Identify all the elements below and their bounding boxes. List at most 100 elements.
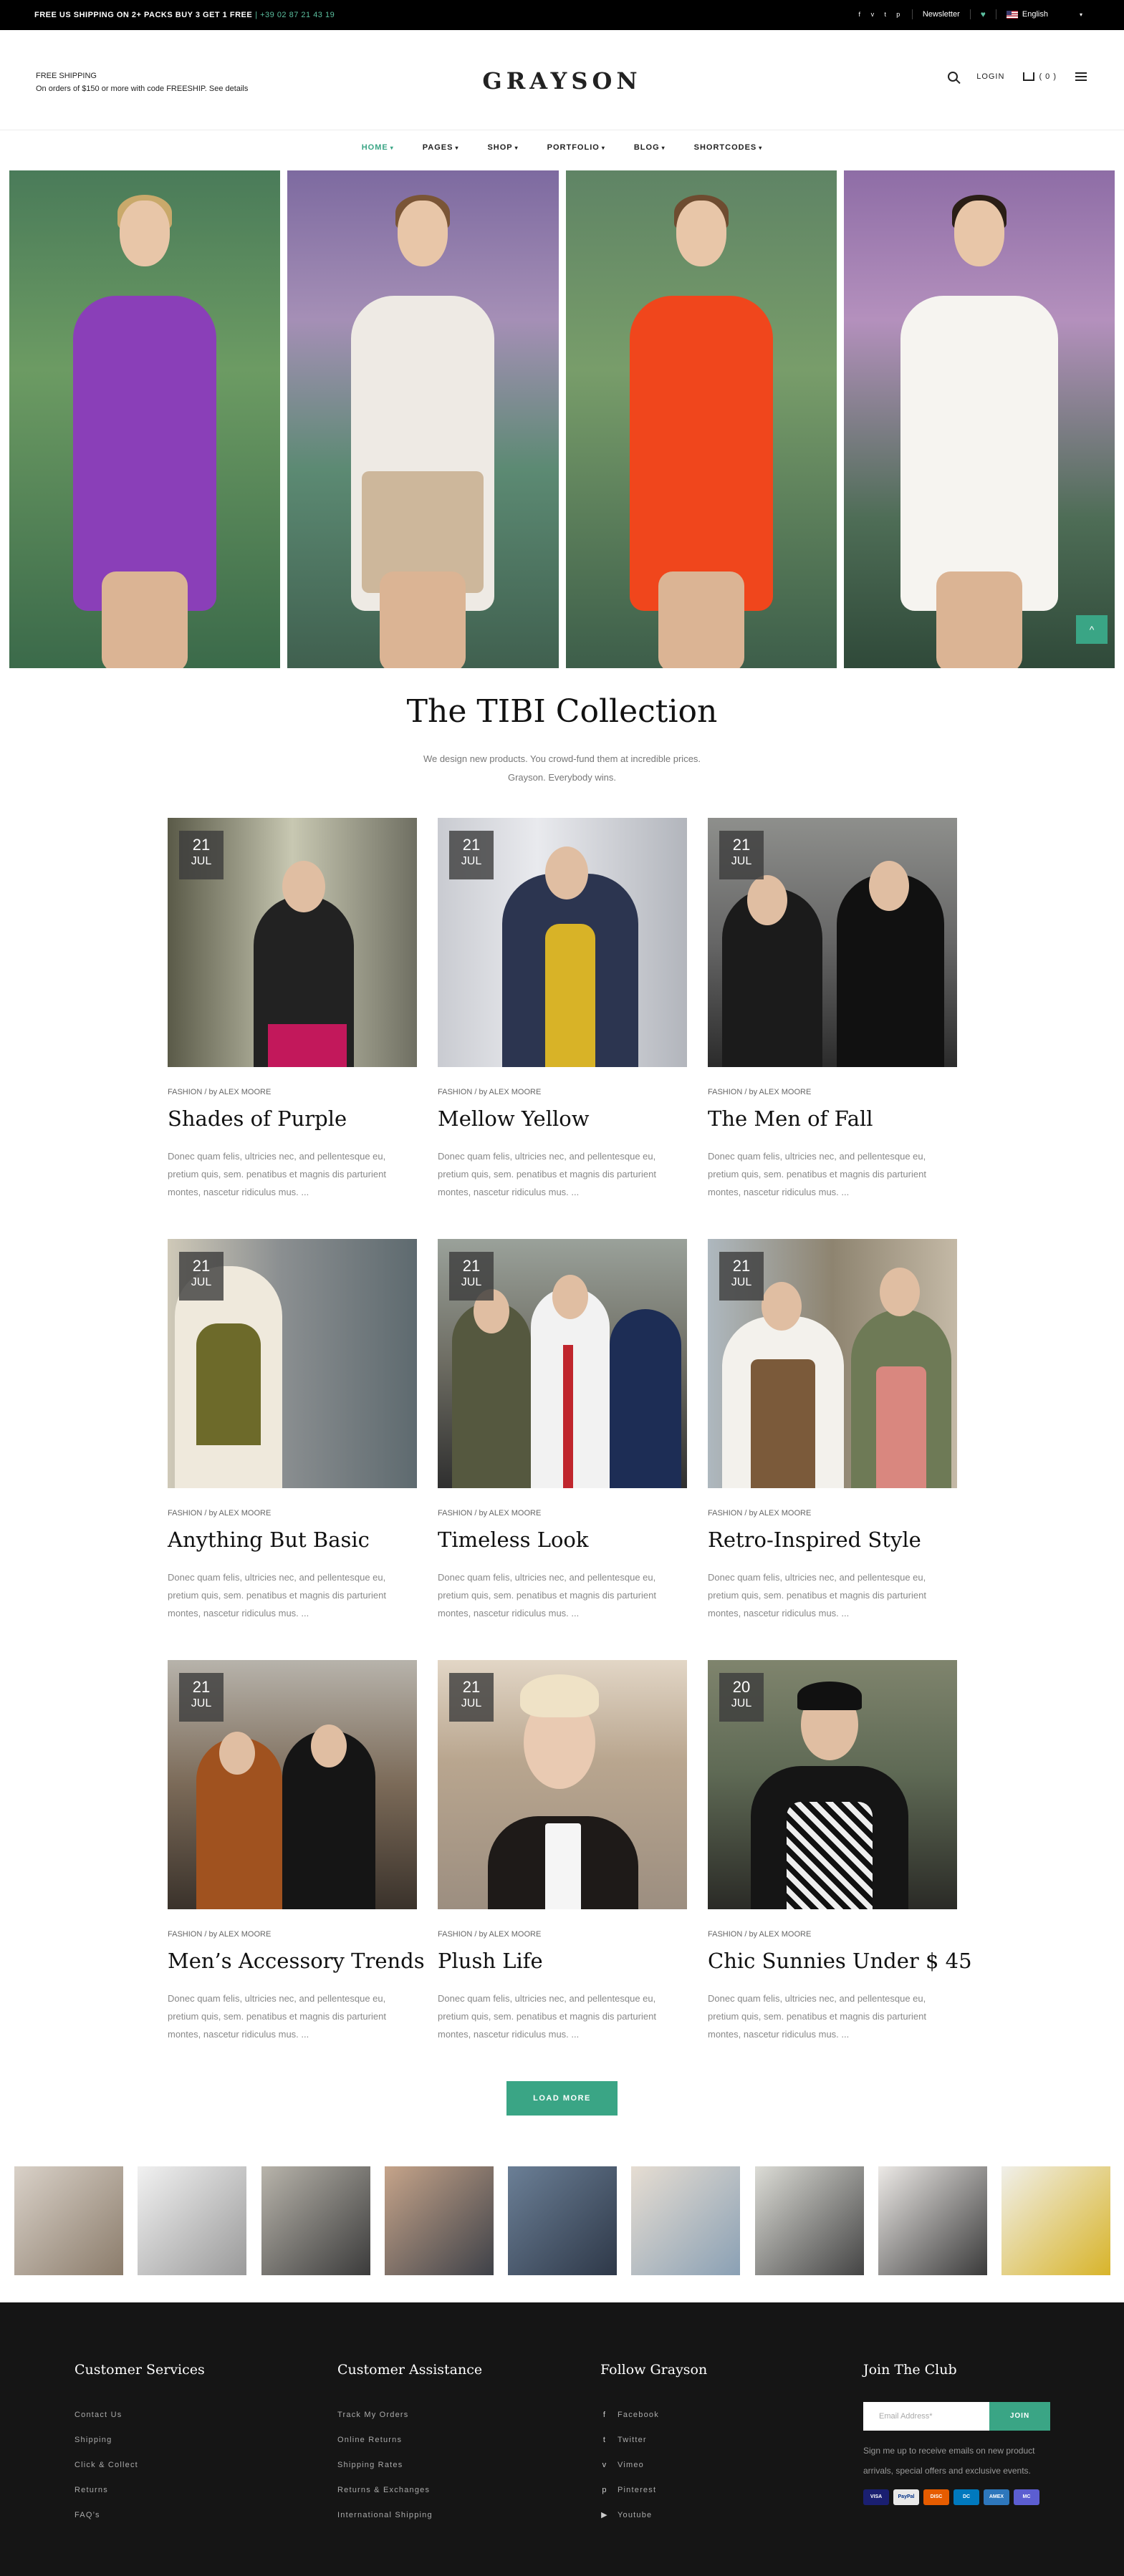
post-author[interactable]: / by ALEX MOORE: [474, 1509, 541, 1518]
post-image[interactable]: 21 JUL: [168, 1660, 417, 1909]
nav-item-home[interactable]: HOME ▾: [362, 143, 394, 152]
blog-card: 21 JUL FASHION / by ALEX MOORE Timeless L…: [438, 1239, 687, 1660]
post-excerpt: Donec quam felis, ultricies nec, and pel…: [168, 1151, 386, 1197]
instagram-thumbnail[interactable]: [14, 2166, 123, 2275]
footer-social-link[interactable]: f Facebook: [600, 2402, 707, 2427]
post-category-link[interactable]: FASHION: [708, 1509, 742, 1518]
footer-link[interactable]: Online Returns: [337, 2427, 482, 2452]
footer-link[interactable]: FAQ’s: [75, 2502, 205, 2527]
instagram-thumbnail[interactable]: [138, 2166, 247, 2275]
footer-heading: Join The Club: [863, 2362, 957, 2378]
footer-social-link[interactable]: t Twitter: [600, 2427, 707, 2452]
post-category-link[interactable]: FASHION: [168, 1930, 202, 1939]
post-author[interactable]: / by ALEX MOORE: [474, 1088, 541, 1096]
hero-image-white-dress[interactable]: ^: [843, 170, 1115, 668]
instagram-thumbnail[interactable]: [754, 2166, 864, 2275]
post-image[interactable]: 21 JUL: [708, 818, 957, 1067]
footer-social-link[interactable]: ▶ Youtube: [600, 2502, 707, 2527]
post-title[interactable]: Plush Life: [438, 1949, 543, 1973]
promo-text: FREE US SHIPPING ON 2+ PACKS BUY 3 GET 1…: [34, 11, 335, 19]
post-category-link[interactable]: FASHION: [438, 1509, 472, 1518]
cart-button[interactable]: ( 0 ): [1023, 72, 1057, 81]
newsletter-link[interactable]: Newsletter: [923, 10, 960, 19]
post-image[interactable]: 20 JUL: [708, 1660, 957, 1909]
nav-item-shortcodes[interactable]: SHORTCODES ▾: [694, 143, 763, 152]
vimeo-icon: v: [602, 2460, 607, 2469]
footer-link[interactable]: Returns & Exchanges: [337, 2477, 482, 2502]
instagram-thumbnail[interactable]: [261, 2166, 370, 2275]
email-input[interactable]: Email Address*: [863, 2402, 989, 2431]
post-title[interactable]: Mellow Yellow: [438, 1106, 590, 1131]
footer-link[interactable]: Click & Collect: [75, 2452, 205, 2477]
footer-link[interactable]: Track My Orders: [337, 2402, 482, 2427]
post-author[interactable]: / by ALEX MOORE: [744, 1509, 811, 1518]
post-title[interactable]: Shades of Purple: [168, 1106, 347, 1131]
post-title[interactable]: Chic Sunnies Under $ 45: [708, 1949, 972, 1973]
post-author[interactable]: / by ALEX MOORE: [204, 1088, 271, 1096]
post-image[interactable]: 21 JUL: [438, 1660, 687, 1909]
post-title[interactable]: Retro-Inspired Style: [708, 1528, 921, 1552]
post-category-link[interactable]: FASHION: [438, 1930, 472, 1939]
social-links: f v t p: [856, 11, 902, 18]
chevron-down-icon[interactable]: ▾: [1080, 11, 1082, 18]
mastercard-icon: MC: [1014, 2489, 1039, 2505]
post-title[interactable]: Men’s Accessory Trends: [168, 1949, 425, 1973]
post-author[interactable]: / by ALEX MOORE: [474, 1930, 541, 1939]
instagram-thumbnail[interactable]: [631, 2166, 741, 2275]
hero-image-purple-dress[interactable]: [9, 170, 281, 668]
post-category-link[interactable]: FASHION: [708, 1930, 742, 1939]
menu-icon[interactable]: [1075, 72, 1087, 81]
footer-link[interactable]: International Shipping: [337, 2502, 482, 2527]
post-title[interactable]: The Men of Fall: [708, 1106, 873, 1131]
nav-item-pages[interactable]: PAGES ▾: [423, 143, 459, 152]
join-description: Sign me up to receive emails on new prod…: [863, 2446, 1035, 2476]
post-meta: FASHION / by ALEX MOORE: [438, 1088, 541, 1096]
post-author[interactable]: / by ALEX MOORE: [204, 1509, 271, 1518]
footer-link[interactable]: Returns: [75, 2477, 205, 2502]
instagram-thumbnail[interactable]: [384, 2166, 494, 2275]
post-image[interactable]: 21 JUL: [168, 1239, 417, 1488]
footer-link[interactable]: Shipping Rates: [337, 2452, 482, 2477]
footer-link[interactable]: Shipping: [75, 2427, 205, 2452]
join-button[interactable]: JOIN: [989, 2402, 1050, 2431]
post-author[interactable]: / by ALEX MOORE: [204, 1930, 271, 1939]
post-author[interactable]: / by ALEX MOORE: [744, 1930, 811, 1939]
pinterest-icon[interactable]: p: [895, 11, 902, 18]
instagram-thumbnail[interactable]: [508, 2166, 617, 2275]
post-category-link[interactable]: FASHION: [708, 1088, 742, 1096]
post-image[interactable]: 21 JUL: [438, 818, 687, 1067]
post-title[interactable]: Anything But Basic: [168, 1528, 370, 1552]
facebook-icon[interactable]: f: [856, 11, 863, 18]
instagram-thumbnail[interactable]: [1001, 2166, 1110, 2275]
post-author[interactable]: / by ALEX MOORE: [744, 1088, 811, 1096]
login-link[interactable]: LOGIN: [976, 72, 1004, 81]
post-category-link[interactable]: FASHION: [438, 1088, 472, 1096]
wishlist-heart-icon[interactable]: ♥: [981, 9, 986, 19]
hero-image-white-top[interactable]: [287, 170, 559, 668]
nav-item-blog[interactable]: BLOG ▾: [634, 143, 666, 152]
nav-item-portfolio[interactable]: PORTFOLIO ▾: [547, 143, 605, 152]
footer-social-link[interactable]: v Vimeo: [600, 2452, 707, 2477]
footer-heading: Follow Grayson: [600, 2362, 708, 2378]
site-footer: Customer Services Contact Us Shipping Cl…: [0, 2302, 1124, 2576]
post-title[interactable]: Timeless Look: [438, 1528, 588, 1552]
load-more-button[interactable]: LOAD MORE: [506, 2081, 618, 2116]
nav-item-shop[interactable]: SHOP ▾: [487, 143, 518, 152]
post-image[interactable]: 21 JUL: [708, 1239, 957, 1488]
instagram-thumbnail[interactable]: [878, 2166, 987, 2275]
language-selector[interactable]: English: [1006, 10, 1048, 19]
twitter-icon[interactable]: t: [882, 11, 889, 18]
vimeo-icon[interactable]: v: [869, 11, 876, 18]
post-date-badge: 21 JUL: [719, 1252, 764, 1301]
post-meta: FASHION / by ALEX MOORE: [708, 1509, 811, 1518]
post-category-link[interactable]: FASHION: [168, 1509, 202, 1518]
footer-link[interactable]: Contact Us: [75, 2402, 205, 2427]
footer-social-link[interactable]: p Pinterest: [600, 2477, 707, 2502]
post-excerpt: Donec quam felis, ultricies nec, and pel…: [708, 1572, 926, 1619]
post-image[interactable]: 21 JUL: [168, 818, 417, 1067]
scroll-to-top-button[interactable]: ^: [1076, 615, 1108, 644]
post-image[interactable]: 21 JUL: [438, 1239, 687, 1488]
hero-image-orange-outfit[interactable]: [565, 170, 837, 668]
search-icon[interactable]: [948, 72, 959, 82]
post-category-link[interactable]: FASHION: [168, 1088, 202, 1096]
